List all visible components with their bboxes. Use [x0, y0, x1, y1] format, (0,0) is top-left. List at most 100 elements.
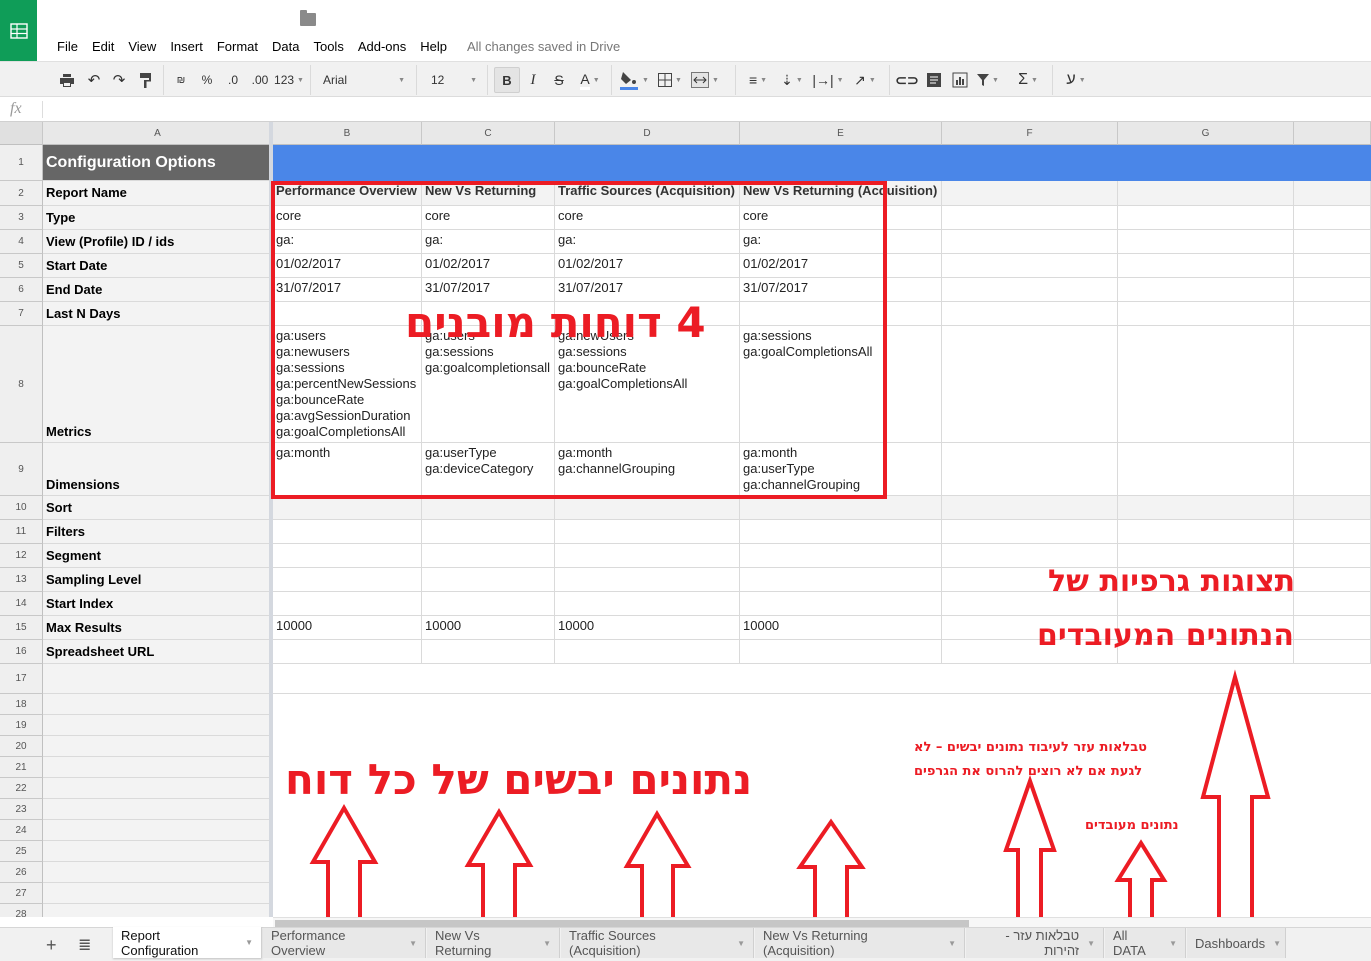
cell[interactable]	[942, 841, 1118, 862]
cell[interactable]	[740, 904, 942, 917]
cell[interactable]	[1294, 904, 1371, 917]
cell[interactable]	[1118, 904, 1294, 917]
cell[interactable]: 10000	[555, 616, 740, 640]
cell[interactable]	[1118, 799, 1294, 820]
cell[interactable]	[1118, 326, 1294, 443]
cell[interactable]	[1118, 496, 1294, 520]
cell-label[interactable]	[43, 736, 270, 757]
cell[interactable]	[555, 640, 740, 664]
row-header[interactable]: 5	[0, 254, 43, 278]
cell[interactable]	[942, 181, 1118, 206]
cell[interactable]	[1294, 715, 1371, 736]
cell[interactable]	[1294, 520, 1371, 544]
cell[interactable]	[1294, 640, 1371, 664]
cell[interactable]	[422, 568, 555, 592]
cell[interactable]	[1118, 181, 1294, 206]
cell[interactable]	[942, 520, 1118, 544]
currency-button[interactable]: ₪	[172, 62, 190, 98]
row-header[interactable]: 15	[0, 616, 43, 640]
cell-label[interactable]	[43, 862, 270, 883]
cell[interactable]	[740, 820, 942, 841]
chevron-down-icon[interactable]: ▼	[737, 939, 745, 948]
borders-button[interactable]: ▼	[656, 62, 684, 98]
bold-button[interactable]: B	[494, 67, 520, 93]
menu-insert[interactable]: Insert	[170, 39, 203, 54]
functions-button[interactable]: Σ ▼	[1012, 62, 1044, 98]
cell[interactable]	[942, 230, 1118, 254]
strikethrough-button[interactable]: S	[550, 62, 568, 98]
row-header[interactable]: 22	[0, 778, 43, 799]
menu-data[interactable]: Data	[272, 39, 299, 54]
cell[interactable]	[942, 883, 1118, 904]
cell[interactable]	[273, 736, 422, 757]
cell[interactable]	[1294, 778, 1371, 799]
all-sheets-icon[interactable]: ≣	[78, 935, 91, 955]
chevron-down-icon[interactable]: ▼	[1169, 939, 1177, 948]
cell[interactable]	[1294, 799, 1371, 820]
cell[interactable]	[1294, 302, 1371, 326]
header-band[interactable]	[273, 145, 1371, 181]
cell[interactable]	[740, 757, 942, 778]
undo-icon[interactable]: ↶	[84, 62, 104, 98]
row-header[interactable]: 13	[0, 568, 43, 592]
cell[interactable]	[555, 664, 740, 694]
cell[interactable]	[1294, 230, 1371, 254]
row-header[interactable]: 16	[0, 640, 43, 664]
cell-label[interactable]	[43, 757, 270, 778]
cell[interactable]	[1294, 736, 1371, 757]
insert-comment-icon[interactable]	[924, 62, 944, 98]
cell[interactable]	[1118, 443, 1294, 496]
cell[interactable]	[942, 904, 1118, 917]
column-header-d[interactable]: D	[555, 122, 740, 145]
cell[interactable]	[1294, 862, 1371, 883]
sheet-tab[interactable]: טבלאות עזר - זהירות ▼	[966, 928, 1104, 958]
menu-edit[interactable]: Edit	[92, 39, 114, 54]
column-header-e[interactable]: E	[740, 122, 942, 145]
row-header[interactable]: 12	[0, 544, 43, 568]
chevron-down-icon[interactable]: ▼	[948, 939, 956, 948]
font-family-dropdown[interactable]: Arial ▼	[318, 62, 410, 98]
cell[interactable]	[1118, 694, 1294, 715]
horizontal-scrollbar[interactable]	[273, 917, 1371, 927]
cell[interactable]	[555, 715, 740, 736]
row-header[interactable]: 2	[0, 181, 43, 206]
cell[interactable]	[273, 715, 422, 736]
cell[interactable]	[422, 820, 555, 841]
cell[interactable]	[273, 841, 422, 862]
cell-label[interactable]: Sort	[43, 496, 270, 520]
cell[interactable]	[740, 862, 942, 883]
sheet-tab[interactable]: Traffic Sources (Acquisition) ▼	[561, 928, 754, 958]
add-sheet-icon[interactable]: +	[46, 935, 57, 956]
cell[interactable]	[422, 640, 555, 664]
chevron-down-icon[interactable]: ▼	[245, 938, 253, 947]
cell[interactable]	[740, 715, 942, 736]
folder-icon[interactable]	[300, 10, 316, 26]
config-options-header[interactable]: Configuration Options	[43, 145, 270, 181]
italic-button[interactable]: I	[524, 62, 542, 98]
cell[interactable]	[1118, 230, 1294, 254]
chevron-down-icon[interactable]: ▼	[543, 939, 551, 948]
cell[interactable]	[1118, 862, 1294, 883]
cell[interactable]	[273, 592, 422, 616]
menu-addons[interactable]: Add-ons	[358, 39, 406, 54]
insert-link-icon[interactable]: ⊂⊃	[895, 62, 918, 98]
column-header-f[interactable]: F	[942, 122, 1118, 145]
cell[interactable]	[942, 694, 1118, 715]
cell[interactable]	[555, 736, 740, 757]
cell[interactable]: 10000	[273, 616, 422, 640]
cell[interactable]	[1294, 592, 1371, 616]
filter-button[interactable]: ▼	[975, 62, 1001, 98]
cell[interactable]	[422, 496, 555, 520]
cell[interactable]	[740, 640, 942, 664]
cell-label[interactable]: View (Profile) ID / ids	[43, 230, 270, 254]
cell-label[interactable]: Start Index	[43, 592, 270, 616]
vertical-align-button[interactable]: ⇣ ▼	[778, 62, 806, 98]
column-header-h[interactable]	[1294, 122, 1371, 145]
cell[interactable]	[1118, 841, 1294, 862]
row-header[interactable]: 3	[0, 206, 43, 230]
cell[interactable]	[273, 640, 422, 664]
cell[interactable]	[740, 520, 942, 544]
cell-label[interactable]: Spreadsheet URL	[43, 640, 270, 664]
cell[interactable]	[422, 862, 555, 883]
text-color-button[interactable]: A ▼	[575, 62, 605, 98]
